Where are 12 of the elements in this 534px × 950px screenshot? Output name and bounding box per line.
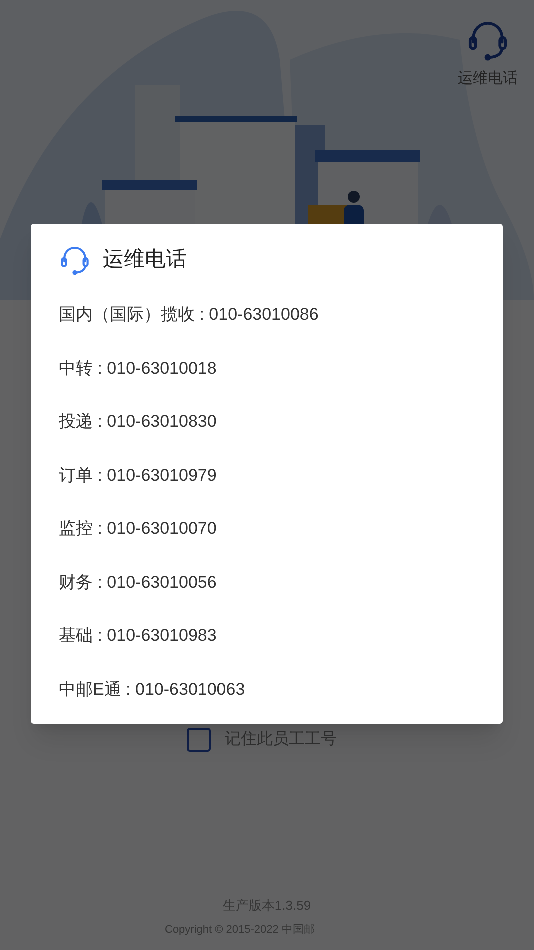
phone-line: 财务 : 010-63010056 — [59, 572, 217, 594]
phone-line: 基础 : 010-63010983 — [59, 625, 217, 647]
remember-checkbox[interactable] — [187, 728, 211, 752]
phone-line: 投递 : 010-63010830 — [59, 411, 217, 433]
phone-line: 中邮E通 : 010-63010063 — [59, 678, 246, 700]
support-button[interactable]: 运维电话 — [458, 18, 518, 90]
phone-line: 订单 : 010-63010979 — [59, 464, 217, 486]
dialog-title: 运维电话 — [103, 247, 187, 274]
phone-line: 国内（国际）揽收 : 010-63010086 — [59, 304, 319, 326]
phone-line: 中转 : 010-63010018 — [59, 358, 217, 380]
headset-icon — [59, 244, 91, 276]
phone-line: 监控 : 010-63010070 — [59, 518, 217, 540]
